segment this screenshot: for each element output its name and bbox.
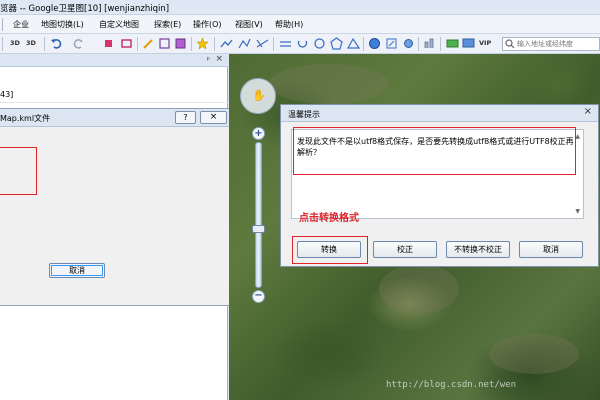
color-icon[interactable] [174,37,187,50]
cancel-button[interactable]: 取消 [519,241,583,258]
menu-map-switch[interactable]: 地图切换(L) [41,19,84,30]
settings-icon[interactable] [402,37,415,50]
close-icon[interactable]: × [215,54,223,64]
window-buttons [552,0,600,14]
circle-icon[interactable] [313,37,326,50]
close-window-button[interactable] [584,0,600,14]
area-icon[interactable] [347,37,360,50]
menu-enterprise[interactable]: 企业 [13,19,29,30]
message-icon[interactable] [462,37,475,50]
menu-explore[interactable]: 探索(E) [154,19,181,30]
search-box[interactable] [502,37,600,51]
toolbar-separator [363,37,364,51]
chart-icon[interactable] [423,37,436,50]
line-icon[interactable] [220,37,233,50]
layer-icon[interactable] [446,37,459,50]
menu-custom-map[interactable]: 自定义地图 [99,19,139,30]
scroll-up-icon[interactable]: ▲ [575,133,580,140]
undo-icon[interactable] [50,37,63,50]
toolbar-separator [440,37,441,51]
annotation-hint: 点击转换格式 [299,213,359,224]
title-bar: 览器 -- Google卫星图[10] [wenjianzhiqin] [0,0,600,15]
rotate-icon[interactable] [296,37,309,50]
close-icon[interactable]: × [584,106,592,117]
terrain-feature [269,64,389,104]
globe-icon[interactable] [368,37,381,50]
dialog-title: Map.kml文件 [0,114,51,123]
left-panel-header: ᵖ × [0,54,228,67]
menu-separator [2,18,3,31]
zoom-out-button[interactable]: − [252,290,265,303]
zoom-slider-thumb[interactable] [252,224,265,233]
dialog-title: 温馨提示 [288,110,320,119]
toolbar-separator [418,37,419,51]
dialog-caption-bar: Map.kml文件 ? × [0,109,232,127]
toolbar-separator [137,37,138,51]
annotation-highlight [293,127,576,175]
toolbar-separator [44,37,45,51]
3d-view-icon[interactable]: 3D [10,39,20,47]
annotation-highlight [0,147,37,195]
terrain-feature [489,334,579,374]
toolbar-separator [191,37,192,51]
menu-view[interactable]: 视图(V) [235,19,263,30]
annotation-highlight [292,236,368,264]
zoom-slider[interactable] [255,142,262,288]
warning-dialog: 温馨提示 × 发现此文件不是以utf8格式保存，是否要先转换成utf8格式或进行… [280,104,599,267]
menu-bar: 企业 地图切换(L) 自定义地图 探索(E) 操作(O) 视图(V) 帮助(H) [0,15,600,34]
stop-icon[interactable] [102,37,115,50]
search-icon[interactable] [505,39,515,49]
help-button[interactable]: ? [175,111,196,124]
scroll-down-icon[interactable]: ▼ [575,208,580,215]
3d-switch-icon[interactable]: 3D [26,39,36,47]
maximize-button[interactable] [568,0,584,14]
pin-icon[interactable]: ᵖ [207,55,210,64]
menu-help[interactable]: 帮助(H) [275,19,303,30]
divider [0,102,228,103]
zoom-in-button[interactable]: + [252,127,265,140]
open-file-dialog: Map.kml文件 ? × 取消 [0,108,233,306]
toolbar-separator [2,37,3,51]
terrain-feature [379,264,459,314]
toolbar: 3D 3D VIP [0,34,600,54]
star-icon[interactable] [196,37,209,50]
correct-button[interactable]: 校正 [373,241,437,258]
toolbar-separator [214,37,215,51]
pen-icon[interactable] [142,37,155,50]
edit-icon[interactable] [385,37,398,50]
redo-icon[interactable] [72,37,85,50]
window-title: 览器 -- Google卫星图[10] [wenjianzhiqin] [0,4,170,14]
watermark: http://blog.csdn.net/wen [386,380,517,390]
no-convert-button[interactable]: 不转换不校正 [446,241,510,258]
toolbar-separator [273,37,274,51]
hand-icon: ✋ [252,89,266,102]
screenshot-icon[interactable] [158,37,171,50]
path-icon[interactable] [256,37,269,50]
search-input[interactable] [517,38,599,50]
dialog-caption-bar: 温馨提示 × [281,105,598,122]
cut-icon[interactable] [120,37,133,50]
minimize-button[interactable] [552,0,568,14]
close-dialog-button[interactable]: × [200,111,227,124]
polyline-icon[interactable] [238,37,251,50]
panel-row-text: 43] [0,90,14,99]
menu-operate[interactable]: 操作(O) [193,19,222,30]
route-icon[interactable] [279,37,292,50]
cancel-button[interactable]: 取消 [49,263,105,278]
pan-control[interactable]: ✋ [240,78,276,114]
polygon-icon[interactable] [330,37,343,50]
vip-icon[interactable]: VIP [479,39,491,47]
